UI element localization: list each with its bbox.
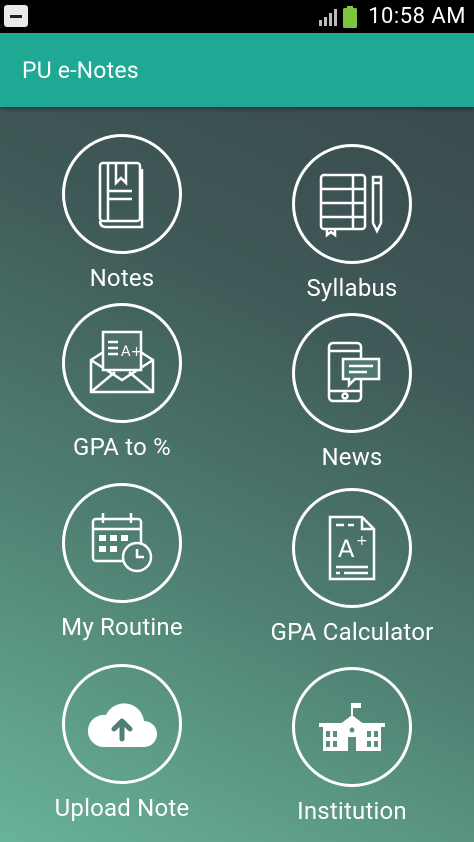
notes-icon-circle[interactable] bbox=[62, 134, 182, 254]
status-time: 10:58 AM bbox=[368, 4, 466, 29]
svg-text:+: + bbox=[356, 533, 368, 549]
menu-item-my-routine[interactable]: My Routine bbox=[12, 483, 232, 641]
book-icon bbox=[98, 161, 144, 229]
menu-label-gpa-calculator: GPA Calculator bbox=[270, 618, 434, 646]
phone-message-icon bbox=[327, 341, 381, 403]
menu-item-institution[interactable]: Institution bbox=[242, 667, 462, 825]
menu-item-notes[interactable]: Notes bbox=[12, 134, 232, 292]
upload-note-icon-circle[interactable] bbox=[62, 664, 182, 784]
signal-icon bbox=[319, 9, 337, 26]
news-icon-circle[interactable] bbox=[292, 313, 412, 433]
envelope-grade-icon: A+ bbox=[89, 330, 155, 394]
school-building-icon bbox=[319, 703, 385, 751]
menu-item-gpa-to-percent[interactable]: A+ GPA to % bbox=[12, 303, 232, 461]
menu-label-notes: Notes bbox=[89, 264, 155, 292]
status-bar: 10:58 AM bbox=[0, 0, 474, 33]
menu-item-syllabus[interactable]: Syllabus bbox=[242, 144, 462, 302]
calendar-clock-icon bbox=[91, 513, 153, 573]
menu-item-gpa-calculator[interactable]: A + GPA Calculator bbox=[242, 488, 462, 646]
menu-label-my-routine: My Routine bbox=[61, 613, 183, 641]
menu-label-syllabus: Syllabus bbox=[306, 274, 398, 302]
cloud-upload-icon bbox=[87, 703, 157, 747]
menu-label-institution: Institution bbox=[297, 797, 407, 825]
institution-icon-circle[interactable] bbox=[292, 667, 412, 787]
menu-item-upload-note[interactable]: Upload Note bbox=[12, 664, 232, 822]
app-bar: PU e-Notes bbox=[0, 33, 474, 107]
menu-grid: Notes Syllabus A+ GPA to % News My Routi… bbox=[0, 107, 474, 842]
gpa-calculator-icon-circle[interactable]: A + bbox=[292, 488, 412, 608]
svg-text:A: A bbox=[338, 535, 355, 563]
notification-icon bbox=[4, 5, 28, 27]
battery-icon bbox=[343, 6, 357, 28]
my-routine-icon-circle[interactable] bbox=[62, 483, 182, 603]
app-title: PU e-Notes bbox=[22, 57, 139, 84]
menu-label-gpa-to-percent: GPA to % bbox=[73, 433, 171, 461]
menu-item-news[interactable]: News bbox=[242, 313, 462, 471]
menu-label-upload-note: Upload Note bbox=[54, 794, 190, 822]
menu-label-news: News bbox=[321, 443, 383, 471]
syllabus-icon-circle[interactable] bbox=[292, 144, 412, 264]
svg-text:A+: A+ bbox=[121, 344, 142, 360]
gpa-to-percent-icon-circle[interactable]: A+ bbox=[62, 303, 182, 423]
grade-document-icon: A + bbox=[328, 515, 376, 581]
notebook-pencil-icon bbox=[319, 173, 383, 238]
